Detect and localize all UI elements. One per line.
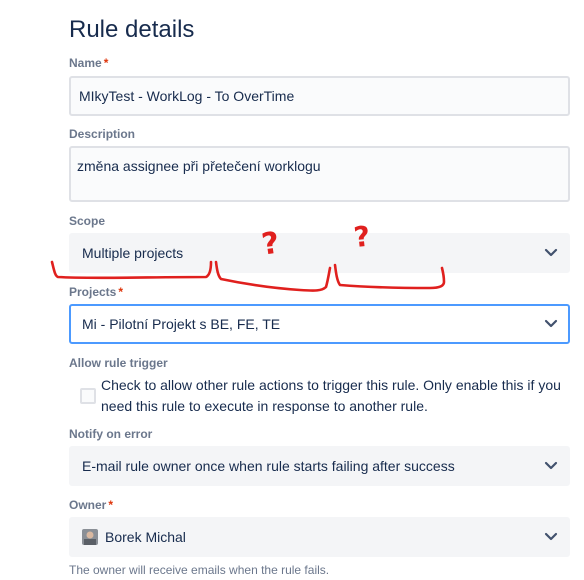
scope-select[interactable]: Multiple projects: [69, 233, 570, 273]
description-label: Description: [69, 127, 136, 141]
notify-label: Notify on error: [69, 427, 153, 441]
required-mark: *: [118, 285, 124, 299]
notify-value: E-mail rule owner once when rule starts …: [82, 458, 455, 474]
page-title: Rule details: [69, 16, 195, 43]
allow-trigger-text: Check to allow other rule actions to tri…: [101, 377, 561, 414]
notify-select[interactable]: E-mail rule owner once when rule starts …: [69, 446, 570, 486]
chevron-down-icon[interactable]: [544, 319, 558, 329]
required-mark: *: [103, 56, 109, 70]
chevron-down-icon[interactable]: [544, 248, 558, 258]
owner-label: Owner *: [69, 498, 114, 512]
projects-value: Mi - Pilotní Projekt s BE, FE, TE: [82, 316, 281, 332]
projects-label: Projects *: [69, 285, 124, 299]
scope-label: Scope: [69, 214, 106, 228]
owner-helper-text: The owner will receive emails when the r…: [69, 563, 330, 577]
name-value: MIkyTest - WorkLog - To OverTime: [79, 88, 295, 104]
projects-select[interactable]: Mi - Pilotní Projekt s BE, FE, TE: [69, 304, 570, 344]
description-value: změna assignee při přetečení worklogu: [77, 158, 321, 174]
owner-value: Borek Michal: [105, 529, 186, 545]
name-input[interactable]: MIkyTest - WorkLog - To OverTime: [69, 76, 570, 116]
allow-trigger-checkbox[interactable]: [80, 388, 96, 404]
scope-value: Multiple projects: [82, 245, 184, 261]
chevron-down-icon[interactable]: [544, 532, 558, 542]
allow-trigger-label: Allow rule trigger: [69, 356, 168, 370]
owner-select[interactable]: Borek Michal: [69, 517, 570, 557]
chevron-down-icon[interactable]: [544, 461, 558, 471]
required-mark: *: [108, 498, 114, 512]
avatar: [82, 529, 98, 545]
description-textarea[interactable]: změna assignee při přetečení worklogu: [69, 146, 570, 202]
name-label: Name *: [69, 56, 109, 70]
